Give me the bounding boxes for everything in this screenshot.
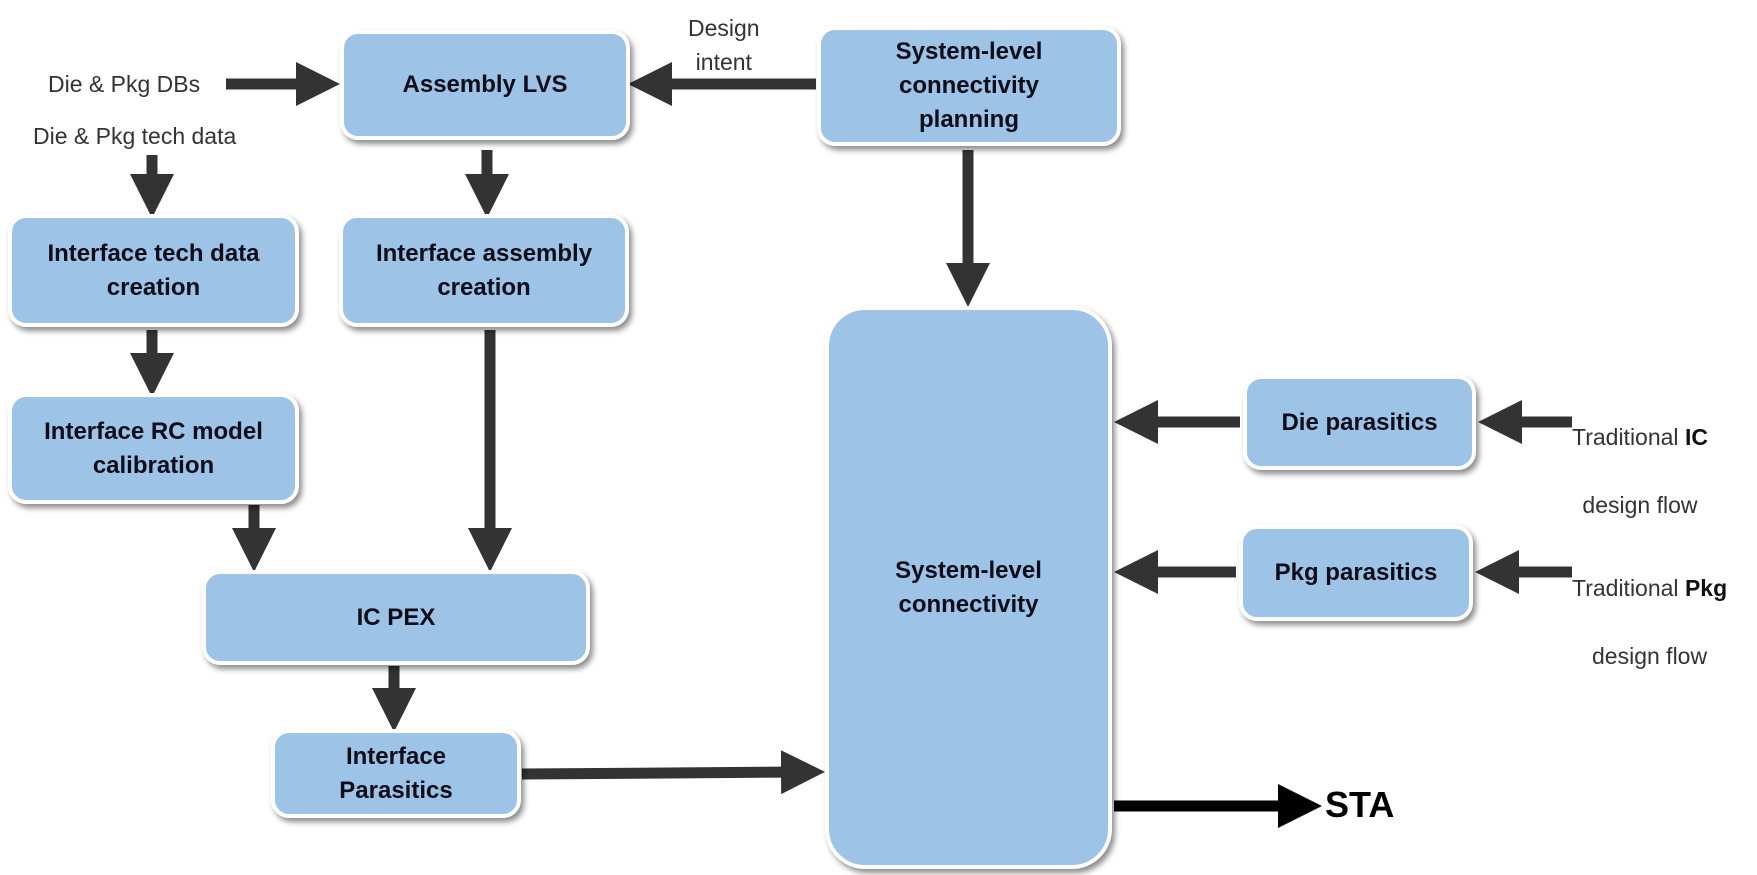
traditional-ic-suffix: design flow [1582,492,1698,518]
traditional-ic-bold: IC [1684,424,1708,450]
assembly-creation-node: Interface assembly creation [339,214,629,327]
die-pkg-dbs-label: Die & Pkg DBs [48,71,201,97]
sl-connectivity-label: System-level connectivity [895,556,1042,618]
interface-parasitics-label: Interface Parasitics [339,742,453,804]
die-parasitics-node: Die parasitics [1243,375,1476,470]
traditional-pkg-label: Traditional Pkg design flow [1572,537,1727,673]
design-intent-label: Design intent [688,15,760,75]
pkg-parasitics-label: Pkg parasitics [1274,559,1438,586]
rc-calibration-label: Interface RC model calibration [44,417,263,479]
assembly-creation-label: Interface assembly creation [375,239,593,301]
traditional-pkg-bold: Pkg [1684,575,1728,601]
tech-data-creation-label: Interface tech data creation [47,239,260,301]
traditional-pkg-suffix: design flow [1592,643,1708,669]
sl-connectivity-node: System-level connectivity [825,306,1112,869]
sl-planning-node: System-level connectivity planning [817,26,1121,146]
assembly-lvs-node: Assembly LVS [340,30,630,140]
sl-planning-label: System-level connectivity planning [895,38,1043,133]
traditional-ic-prefix: Traditional [1572,424,1685,450]
tech-data-creation-node: Interface tech data creation [8,214,299,327]
interface-parasitics-node: Interface Parasitics [271,729,521,818]
ic-pex-label: IC PEX [356,603,436,631]
die-pkg-tech-label: Die & Pkg tech data [33,123,237,149]
traditional-ic-label: Traditional IC design flow [1572,386,1708,522]
traditional-pkg-prefix: Traditional [1572,575,1685,601]
sta-label: STA [1325,784,1395,825]
arrow-parasitics-to-connectivity [521,750,825,795]
die-parasitics-label: Die parasitics [1281,408,1438,436]
ic-pex-node: IC PEX [202,570,590,665]
pkg-parasitics-node: Pkg parasitics [1239,525,1473,621]
rc-calibration-node: Interface RC model calibration [8,393,299,504]
assembly-lvs-label: Assembly LVS [402,71,568,98]
